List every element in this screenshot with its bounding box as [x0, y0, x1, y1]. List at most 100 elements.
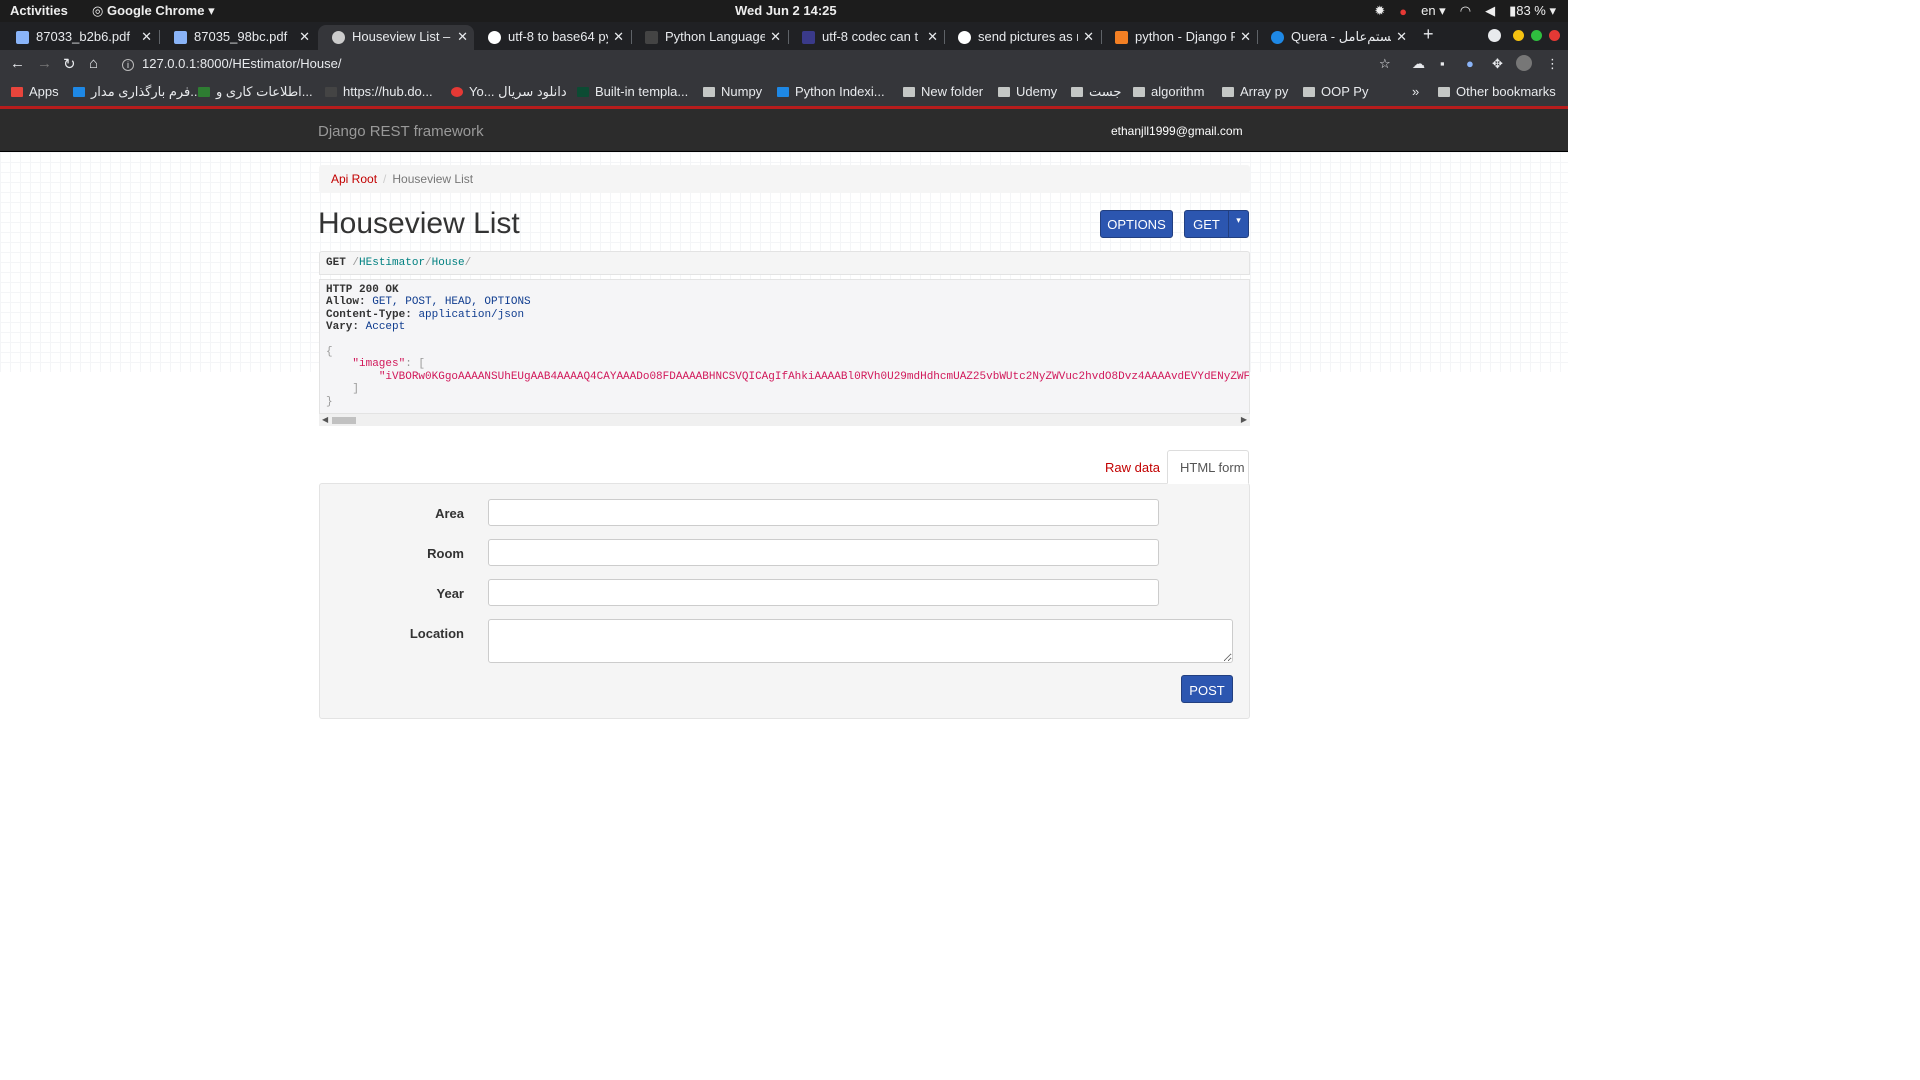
post-button[interactable]: POST [1181, 675, 1233, 703]
browser-tab[interactable]: utf-8 codec can t d ✕ [788, 25, 944, 50]
minimize-button[interactable] [1513, 30, 1524, 41]
update-icon[interactable]: ● [1399, 4, 1407, 19]
bookmark-label: OOP Py [1321, 84, 1369, 99]
close-tab-icon[interactable]: ✕ [770, 29, 781, 45]
system-tray[interactable]: ✹ ● en ▾ ◠ ◀ ▮ 83 % ▾ [1374, 3, 1556, 19]
browser-tab[interactable]: send pictures as re ✕ [944, 25, 1100, 50]
settings-gear-icon[interactable]: ✹ [1374, 3, 1385, 19]
folder-icon [903, 87, 915, 97]
bookmark-folder[interactable]: جست [1071, 84, 1121, 100]
bookmark-folder[interactable]: Udemy [998, 84, 1057, 99]
header-allow-value: GET, POST, HEAD, OPTIONS [372, 296, 531, 309]
year-input[interactable] [488, 579, 1159, 606]
bookmark-label: New folder [921, 84, 984, 99]
pdf-icon [16, 31, 29, 44]
bookmark-apps[interactable]: Apps [11, 84, 59, 99]
close-tab-icon[interactable]: ✕ [1240, 29, 1251, 45]
bookmark-item[interactable]: فرم بارگذاری مدار... [73, 84, 201, 100]
bookmark-folder[interactable]: algorithm [1133, 84, 1204, 99]
volume-icon[interactable]: ◀ [1485, 3, 1495, 19]
tab-search-icon[interactable] [1488, 29, 1501, 42]
drf-brand-link[interactable]: Django REST framework [318, 123, 484, 140]
language-indicator[interactable]: en ▾ [1421, 3, 1446, 19]
tab-title: utf-8 codec can t d [822, 29, 922, 44]
room-input[interactable] [488, 539, 1159, 566]
tab-raw-data[interactable]: Raw data [1096, 451, 1166, 483]
close-tab-icon[interactable]: ✕ [299, 29, 310, 45]
site-icon [802, 31, 815, 44]
user-menu[interactable]: ethanjll1999@gmail.com [1111, 124, 1243, 138]
browser-tab-active[interactable]: Houseview List – D ✕ [318, 25, 474, 50]
menu-kebab-icon[interactable]: ⋮ [1546, 56, 1559, 72]
tab-html-form[interactable]: HTML form [1167, 450, 1249, 484]
tab-title: Python Language [665, 29, 765, 44]
close-tab-icon[interactable]: ✕ [1083, 29, 1094, 45]
bookmark-star-icon[interactable]: ☆ [1379, 56, 1391, 72]
browser-tab[interactable]: 87033_b2b6.pdf ✕ [2, 25, 158, 50]
bookmarks-overflow-chevron-icon[interactable]: » [1412, 84, 1419, 99]
breadcrumb-current: Houseview List [392, 172, 474, 186]
area-input[interactable] [488, 499, 1159, 526]
browser-tab[interactable]: Quera - یستم‌عامل ✕ [1257, 25, 1413, 50]
location-label: Location [409, 626, 464, 641]
scrollbar-thumb[interactable] [332, 417, 356, 424]
battery-indicator[interactable]: ▮ 83 % ▾ [1509, 3, 1556, 19]
close-tab-icon[interactable]: ✕ [927, 29, 938, 45]
browser-tab[interactable]: utf-8 to base64 py ✕ [474, 25, 630, 50]
path-segment[interactable]: HEstimator [359, 257, 425, 269]
breadcrumb-api-root[interactable]: Api Root [331, 172, 377, 186]
app-menu-label: Google Chrome ▾ [106, 3, 215, 18]
tab-title: utf-8 to base64 py [508, 29, 608, 44]
bookmark-folder[interactable]: OOP Py [1303, 84, 1368, 99]
get-format-dropdown-icon[interactable]: ▾ [1228, 210, 1249, 238]
extension-globe-icon[interactable]: ● [1466, 56, 1474, 71]
bookmark-label: Apps [29, 84, 59, 99]
bookmark-folder[interactable]: Array py [1222, 84, 1288, 99]
bookmark-item[interactable]: Python Indexi... [777, 84, 885, 99]
json-colon-bracket: : [ [405, 358, 426, 371]
location-textarea[interactable] [488, 619, 1233, 663]
bookmark-item[interactable]: Yo... دانلود سریال [451, 84, 567, 100]
extension-icon[interactable]: ▪ [1440, 56, 1445, 71]
other-bookmarks-folder[interactable]: Other bookmarks [1438, 84, 1556, 99]
bookmark-item[interactable]: https://hub.do... [325, 84, 433, 99]
browser-tab[interactable]: python - Django R ✕ [1101, 25, 1257, 50]
close-tab-icon[interactable]: ✕ [141, 29, 152, 45]
back-arrow-icon[interactable]: ← [10, 55, 25, 72]
wifi-icon[interactable]: ◠ [1460, 3, 1471, 19]
get-button[interactable]: GET [1184, 210, 1229, 238]
bookmark-folder[interactable]: New folder [903, 84, 983, 99]
tab-title: send pictures as re [978, 29, 1078, 44]
bookmark-label: Numpy [721, 84, 763, 99]
info-icon[interactable]: i [122, 59, 134, 71]
bookmark-label: Other bookmarks [1456, 84, 1556, 99]
bookmark-folder[interactable]: Numpy [703, 84, 762, 99]
maximize-button[interactable] [1531, 30, 1542, 41]
clock[interactable]: Wed Jun 2 14:25 [735, 3, 837, 18]
close-tab-icon[interactable]: ✕ [613, 29, 624, 45]
close-tab-icon[interactable]: ✕ [457, 29, 468, 45]
home-icon[interactable]: ⌂ [89, 55, 98, 72]
browser-tab[interactable]: 87035_98bc.pdf ✕ [160, 25, 316, 50]
activities-button[interactable]: Activities [10, 3, 68, 18]
horizontal-scrollbar[interactable]: ◀ ▶ [319, 413, 1250, 426]
forward-arrow-icon[interactable]: → [37, 55, 52, 72]
bookmark-item[interactable]: Built-in templa... [577, 84, 688, 99]
address-bar[interactable]: i 127.0.0.1:8000/HEstimator/House/ [110, 52, 1400, 76]
close-window-button[interactable] [1549, 30, 1560, 41]
extension-cloud-icon[interactable]: ☁ [1412, 56, 1425, 72]
path-segment[interactable]: House [432, 257, 465, 269]
profile-avatar[interactable] [1516, 55, 1532, 71]
bookmark-item[interactable]: اطلاعات کاری و... [198, 84, 313, 100]
options-button[interactable]: OPTIONS [1100, 210, 1173, 238]
browser-tab[interactable]: Python Language ✕ [631, 25, 787, 50]
close-tab-icon[interactable]: ✕ [1396, 29, 1407, 45]
scroll-left-arrow-icon[interactable]: ◀ [322, 415, 328, 424]
reload-icon[interactable]: ↻ [63, 55, 76, 73]
path-separator: / [464, 257, 472, 269]
scroll-right-arrow-icon[interactable]: ▶ [1241, 415, 1247, 424]
app-menu[interactable]: ◎ Google Chrome ▾ [92, 3, 215, 19]
new-tab-button[interactable]: + [1423, 24, 1434, 45]
extensions-puzzle-icon[interactable]: ✥ [1492, 56, 1503, 72]
breadcrumb-separator: / [383, 172, 387, 186]
